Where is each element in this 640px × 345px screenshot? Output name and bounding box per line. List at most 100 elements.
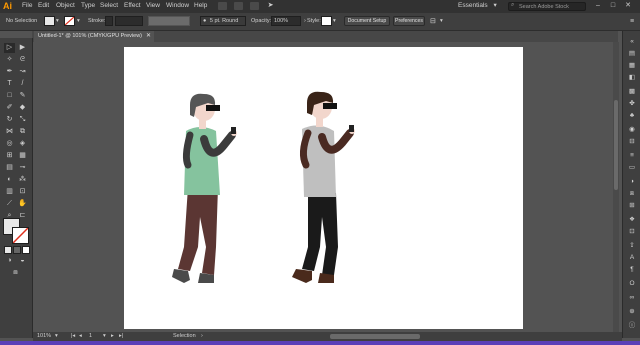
preferences-button[interactable]: Preferences [393,16,425,26]
menu-help[interactable]: Help [194,2,207,9]
shaper-tool-icon[interactable]: ✐ [4,103,15,113]
symbols-icon[interactable]: ♣ [627,111,637,120]
color-mode-icon[interactable] [4,246,12,254]
stock-icon[interactable] [234,2,243,10]
selection-tool-icon[interactable]: ▷ [4,43,15,53]
align-panel-icon[interactable]: ⊞ [627,201,637,210]
first-artboard-icon[interactable]: |◂ [71,332,75,341]
brush-definition[interactable]: ● 5 pt. Round [200,16,246,26]
slice-tool-icon[interactable]: ⟋ [4,199,15,209]
menu-select[interactable]: Select [100,2,118,9]
prev-artboard-icon[interactable]: ◂ [79,332,82,341]
layers-icon[interactable]: ❖ [627,215,637,224]
arrange-documents-icon[interactable] [250,2,259,10]
align-icon[interactable]: ⊟ [430,17,436,26]
gradient-mode-icon[interactable] [13,246,21,254]
free-transform-tool-icon[interactable]: ⧉ [17,127,28,137]
current-tool-label[interactable]: Selection [173,332,196,341]
scale-tool-icon[interactable]: ⤡ [17,115,28,125]
close-icon[interactable]: ✕ [146,31,151,42]
menu-effect[interactable]: Effect [124,2,141,9]
last-artboard-icon[interactable]: ▸| [119,332,123,341]
chevron-right-icon[interactable]: › [304,17,306,26]
opentype-icon[interactable]: O [627,279,637,288]
paintbrush-tool-icon[interactable]: ✎ [17,91,28,101]
properties-icon[interactable]: ▤ [627,49,637,58]
opacity-label[interactable]: Opacity: [251,17,271,26]
live-paint-tool-icon[interactable]: ◈ [17,139,28,149]
workspace-switcher[interactable]: Essentials ▾ [458,1,502,11]
chevron-down-icon[interactable]: ▾ [77,17,80,26]
rectangle-tool-icon[interactable]: □ [4,91,15,101]
symbol-sprayer-tool-icon[interactable]: ⁂ [17,175,28,185]
artboards-icon[interactable]: ⊡ [627,227,637,236]
search-input[interactable]: Search Adobe Stock [508,2,586,11]
blend-tool-icon[interactable]: ◐ [4,175,15,185]
width-tool-icon[interactable]: ⋈ [4,127,15,137]
chevron-right-icon[interactable]: › [201,332,203,341]
stroke-weight-stepper[interactable] [105,16,113,26]
artboard[interactable] [124,47,523,329]
send-icon[interactable]: ➤ [266,2,275,10]
maximize-icon[interactable]: □ [607,1,619,11]
direct-selection-tool-icon[interactable]: ▶ [17,43,28,53]
chevron-down-icon[interactable]: ▾ [55,332,58,341]
swatches-icon[interactable]: ▩ [627,87,637,96]
shape-builder-tool-icon[interactable]: ◎ [4,139,15,149]
artboard-tool-icon[interactable]: ⊡ [17,187,28,197]
appearance-icon[interactable]: ◉ [627,125,637,134]
character-icon[interactable]: A [627,253,637,262]
document-tab[interactable]: Untitled-1* @ 101% (CMYK/GPU Preview) ✕ [34,31,154,42]
links-icon[interactable]: ∞ [627,293,637,302]
chevron-down-icon[interactable]: ▾ [56,17,59,26]
change-screen-mode-icon[interactable]: ⧈ [10,268,21,278]
stroke-weight-field[interactable] [115,16,143,26]
line-tool-icon[interactable]: / [17,79,28,89]
chevron-down-icon[interactable]: ▾ [103,332,106,341]
minimize-icon[interactable]: – [592,1,604,11]
mesh-tool-icon[interactable]: ▦ [17,151,28,161]
transform-icon[interactable]: ⧈ [627,189,637,198]
type-tool-icon[interactable]: T [4,79,15,89]
fill-swatch[interactable] [44,16,55,26]
document-setup-button[interactable]: Document Setup [344,16,390,26]
character-left[interactable] [172,93,237,283]
lasso-tool-icon[interactable]: ᘓ [17,55,28,65]
menu-window[interactable]: Window [166,2,189,9]
bridge-icon[interactable] [218,2,227,10]
transparency-icon[interactable]: ◑ [627,177,637,186]
perspective-grid-tool-icon[interactable]: ⊞ [4,151,15,161]
vertical-scroll-thumb[interactable] [614,100,618,190]
next-artboard-icon[interactable]: ▸ [111,332,114,341]
artboard-number[interactable]: 1 [89,332,92,341]
paragraph-icon[interactable]: ¶ [627,265,637,274]
color-icon[interactable]: ◧ [627,73,637,82]
menu-type[interactable]: Type [81,2,95,9]
menu-view[interactable]: View [146,2,160,9]
horizontal-scroll-thumb[interactable] [330,334,420,339]
eyedropper-tool-icon[interactable]: ⊸ [17,163,28,173]
navigator-icon[interactable]: ⊕ [627,307,637,316]
stroke-icon[interactable]: ≡ [627,151,637,160]
menu-file[interactable]: File [22,2,32,9]
draw-mode-icon[interactable]: ◑ [4,256,15,266]
brushes-icon[interactable]: ✤ [627,99,637,108]
style-swatch[interactable] [321,16,332,26]
menu-edit[interactable]: Edit [38,2,49,9]
character-right[interactable] [292,91,355,283]
hand-tool-icon[interactable]: ✋ [17,199,28,209]
curvature-tool-icon[interactable]: ↝ [17,67,28,77]
eraser-tool-icon[interactable]: ◆ [17,103,28,113]
libraries-icon[interactable]: ▦ [627,61,637,70]
stroke-swatch[interactable] [64,16,75,26]
pen-tool-icon[interactable]: ✒ [4,67,15,77]
chevron-down-icon[interactable]: ▾ [440,17,443,26]
chevron-down-icon[interactable]: ▾ [333,17,336,26]
graphic-styles-icon[interactable]: ⊟ [627,137,637,146]
info-icon[interactable]: ⓘ [627,321,637,330]
menu-object[interactable]: Object [56,2,75,9]
close-icon[interactable]: ✕ [622,1,634,11]
rotate-tool-icon[interactable]: ↻ [4,115,15,125]
stroke-color-box[interactable] [12,227,29,244]
asset-export-icon[interactable]: ⇪ [627,241,637,250]
